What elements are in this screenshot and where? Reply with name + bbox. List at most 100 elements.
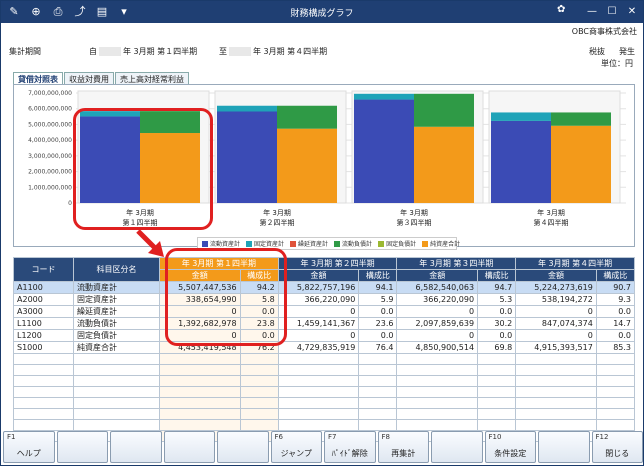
fkey-number: F12 (595, 433, 609, 441)
cell-ratio (358, 364, 398, 376)
table-row[interactable]: L1100 流動負債計 1,392,682,978 23.8 1,459,141,367… (13, 317, 636, 330)
bar-assets-0 (491, 120, 551, 203)
fkey-5[interactable] (217, 431, 269, 463)
cell-amount: 0 (515, 329, 597, 342)
bar-liab-0 (414, 126, 474, 203)
header-period-3: 年 3月期 第３四半期 (396, 257, 517, 270)
cell-amount: 366,220,090 (277, 293, 360, 306)
cell-amount: 0 (277, 305, 360, 318)
cell-name: 固定資産計 (73, 293, 160, 306)
table-row[interactable]: A2000 固定資産計 338,654,990 5.8 366,220,090 5.9 36… (13, 293, 636, 306)
y-tick-label: 4,000,000,000 (28, 137, 72, 144)
legend-swatch (422, 240, 429, 247)
fkey-3[interactable] (110, 431, 162, 463)
x-tick-label: 第２四半期 (260, 218, 295, 227)
maximize-icon[interactable]: ☐ (605, 5, 619, 19)
cell-amount (515, 397, 597, 409)
cell-ratio (595, 408, 636, 420)
cell-ratio: 90.7 (595, 281, 636, 294)
minimize-icon[interactable]: — (585, 5, 599, 19)
cell-name: 流動負債計 (73, 317, 160, 330)
fkey-12[interactable]: F12 閉じる (591, 431, 643, 463)
cell-amount (277, 397, 360, 409)
bar-liab-1 (277, 105, 337, 129)
table-row[interactable]: A3000 繰延資産計 0 0.0 0 0.0 0 0.0 0 0.0 (13, 305, 636, 318)
fkey-label: ヘルプ (16, 449, 41, 458)
bar-liab-0 (551, 125, 611, 203)
table-row[interactable]: L1200 固定負債計 0 0.0 0 0.0 0 0.0 0 0.0 (13, 329, 636, 342)
cell-amount: 6,582,540,063 (396, 281, 479, 294)
cell-amount (159, 408, 241, 420)
cell-ratio (477, 375, 517, 387)
window-title: 財務構成グラフ (290, 9, 354, 19)
cell-amount: 366,220,090 (396, 293, 479, 306)
close-icon[interactable]: ✕ (625, 5, 639, 19)
cell-code (13, 375, 74, 387)
cell-amount (159, 397, 241, 409)
fkey-2[interactable] (56, 431, 108, 463)
cell-amount: 5,224,273,619 (515, 281, 597, 294)
fkey-label: 条件設定 (494, 449, 527, 458)
cell-amount (396, 397, 479, 409)
table-row[interactable] (13, 375, 636, 387)
x-tick-label: 年 3月期 (537, 208, 565, 217)
cell-amount: 4,850,900,514 (396, 341, 479, 354)
cell-amount (515, 353, 597, 365)
cell-code (13, 397, 74, 409)
legend-swatch (202, 240, 208, 247)
cell-amount (515, 375, 597, 387)
cell-amount (277, 386, 360, 398)
fkey-1[interactable]: F1 ヘルプ (3, 431, 55, 463)
y-tick-label: 5,000,000,000 (28, 121, 72, 128)
cell-ratio (358, 375, 398, 387)
cell-ratio (595, 364, 636, 376)
cell-amount (277, 353, 360, 365)
legend-label: 固定資産計 (254, 241, 285, 248)
cell-name (73, 375, 160, 387)
bar-assets-1 (217, 105, 277, 112)
legend-item: 流動資産計 (202, 239, 240, 248)
app-window: ✎ ⊕ ⎙ ⤴ ▤ ▾ 財務構成グラフ ✿ — ☐ ✕ OBC商事株式会社 集計… (0, 0, 644, 466)
cell-ratio: 0.0 (358, 305, 398, 318)
cell-amount (159, 419, 241, 431)
header-period-2: 年 3月期 第２四半期 (277, 257, 398, 270)
period-label: 集計期間 (9, 47, 41, 56)
table-row[interactable]: A1100 流動資産計 5,507,447,536 94.2 5,822,757,196… (13, 281, 636, 294)
cell-amount: 0 (277, 329, 360, 342)
table-row[interactable] (13, 353, 636, 365)
cell-amount: 0 (396, 329, 479, 342)
fkey-label: 再集計 (391, 449, 416, 458)
table-row[interactable] (13, 386, 636, 398)
fkey-6[interactable]: F6 ジャンプ (270, 431, 322, 463)
cell-ratio: 76.4 (358, 341, 398, 354)
table-row[interactable] (13, 397, 636, 409)
cell-ratio (595, 419, 636, 431)
header-code: コード (13, 257, 74, 282)
cell-amount (515, 408, 597, 420)
y-tick-label: 6,000,000,000 (28, 106, 72, 113)
fkey-11[interactable] (538, 431, 590, 463)
fkey-4[interactable] (163, 431, 215, 463)
x-tick-label: 第３四半期 (397, 218, 432, 227)
cell-amount: 0 (396, 305, 479, 318)
table-row[interactable] (13, 408, 636, 420)
cell-amount (159, 375, 241, 387)
fkey-label: 閉じる (605, 449, 630, 458)
fkey-label: ﾊﾟｲﾄﾞ解除 (331, 449, 368, 458)
table-row[interactable] (13, 364, 636, 376)
cell-ratio (239, 364, 279, 376)
fkey-9[interactable] (431, 431, 483, 463)
fkey-8[interactable]: F8 再集計 (377, 431, 429, 463)
header-amount: 金額 (277, 269, 360, 282)
table-row[interactable] (13, 419, 636, 431)
logo-icon: ✿ (557, 4, 566, 15)
table-row[interactable]: S1000 純資産合計 4,453,419,548 76.2 4,729,835,919… (13, 341, 636, 354)
fkey-number: F6 (274, 433, 283, 441)
highlight-arrow (136, 229, 164, 257)
y-tick-label: 3,000,000,000 (28, 153, 72, 160)
bar-assets-1 (491, 112, 551, 121)
fkey-10[interactable]: F10 条件設定 (484, 431, 536, 463)
cell-ratio (477, 386, 517, 398)
cell-name (73, 397, 160, 409)
fkey-7[interactable]: F7 ﾊﾟｲﾄﾞ解除 (324, 431, 376, 463)
